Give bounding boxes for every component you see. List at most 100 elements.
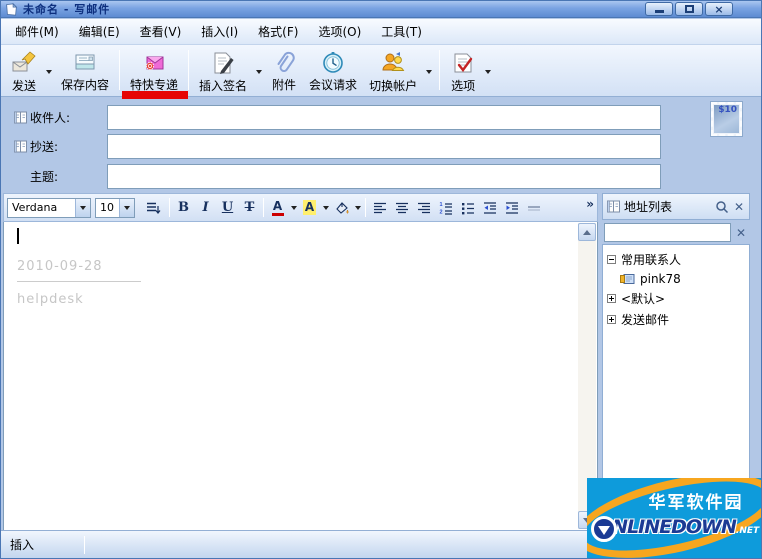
download-arrow-icon	[591, 516, 617, 542]
text-caret	[17, 228, 19, 244]
underline-button[interactable]: U	[217, 197, 238, 218]
cc-input[interactable]	[107, 134, 661, 159]
align-left-button[interactable]	[369, 197, 390, 218]
arrow-up-icon	[583, 229, 591, 235]
signature-divider	[17, 281, 141, 282]
contact-search-input[interactable]	[604, 223, 731, 242]
toolbar-button-options[interactable]: 选项	[444, 46, 482, 97]
decrease-indent-icon	[483, 201, 496, 214]
toolbar-button-meeting-request[interactable]: 会议请求	[303, 47, 363, 96]
menu-item-edit[interactable]: 编辑(E)	[69, 20, 130, 43]
increase-indent-button[interactable]	[501, 197, 522, 218]
font-size-select[interactable]: 10	[95, 197, 135, 218]
bullet-list-button[interactable]	[457, 197, 478, 218]
align-center-button[interactable]	[391, 197, 412, 218]
options-dropdown[interactable]	[482, 47, 494, 96]
address-list-header: 地址列表 ✕	[602, 193, 750, 220]
toolbar-separator	[188, 50, 190, 90]
highlight-color-button[interactable]: A	[299, 197, 320, 218]
italic-button[interactable]: I	[195, 197, 216, 218]
maximize-button[interactable]	[675, 2, 703, 16]
window-controls: ×	[645, 2, 733, 16]
toolbar-button-switch-account[interactable]: 切换帐户	[363, 46, 423, 97]
mail-document-icon	[6, 2, 18, 16]
toolbar-button-attachment[interactable]: 附件	[265, 47, 303, 96]
tree-item-default[interactable]: <默认>	[605, 288, 747, 309]
menu-item-view[interactable]: 查看(V)	[130, 20, 192, 43]
signature-date: 2010-09-28	[17, 259, 103, 274]
menu-item-insert[interactable]: 插入(I)	[191, 20, 248, 43]
switch-account-dropdown[interactable]	[423, 47, 435, 96]
expand-icon[interactable]	[607, 315, 616, 324]
toolbar-button-save-content[interactable]: 保存内容	[55, 47, 115, 96]
watermark-logo: 华军软件园 ONLINEDOWN.NET	[587, 478, 761, 558]
contact-search-row: ✕	[604, 223, 750, 242]
minimize-button[interactable]	[645, 2, 673, 16]
menu-item-format[interactable]: 格式(F)	[248, 20, 308, 43]
send-dropdown[interactable]	[43, 47, 55, 96]
postage-stamp: $10	[710, 101, 743, 137]
font-family-select[interactable]: Verdana	[7, 197, 91, 218]
tree-item-contact-pink78[interactable]: pink78	[618, 270, 747, 288]
save-content-icon	[75, 54, 95, 70]
clear-search-button[interactable]: ✕	[734, 226, 748, 240]
insert-mode-status: 插入	[10, 538, 35, 552]
toolbar-separator	[119, 50, 121, 90]
format-separator	[365, 198, 366, 217]
address-book-icon	[607, 200, 620, 213]
expand-icon[interactable]	[607, 294, 616, 303]
address-book-icon	[14, 111, 27, 124]
highlight-color-dropdown[interactable]	[321, 197, 330, 218]
menu-item-mail[interactable]: 邮件(M)	[5, 20, 69, 43]
font-color-button[interactable]: A	[267, 197, 288, 218]
numbered-list-button[interactable]: 1 2	[435, 197, 456, 218]
toolbar-button-send[interactable]: 发送	[5, 46, 43, 97]
titlebar: 未命名 - 写邮件 ×	[1, 1, 761, 18]
scroll-up-button[interactable]	[578, 223, 596, 241]
search-icon[interactable]	[715, 200, 729, 214]
collapse-icon[interactable]	[607, 255, 616, 264]
tree-item-sent-mail[interactable]: 发送邮件	[605, 309, 747, 330]
signature-name: helpdesk	[17, 292, 84, 307]
menu-item-tools[interactable]: 工具(T)	[371, 20, 432, 43]
insert-signature-dropdown[interactable]	[253, 47, 265, 96]
fill-color-button[interactable]	[331, 197, 352, 218]
bullet-list-icon	[461, 202, 474, 214]
font-family-dropdown-icon	[75, 198, 90, 217]
compose-mail-window: 未命名 - 写邮件 × 邮件(M) 编辑(E) 查看(V) 插入(I) 格式(F…	[0, 0, 762, 559]
toolbar-overflow-button[interactable]: »	[586, 197, 594, 211]
bold-button[interactable]: B	[173, 197, 194, 218]
decrease-indent-button[interactable]	[479, 197, 500, 218]
align-right-button[interactable]	[413, 197, 434, 218]
email-body-editor[interactable]: 2010-09-28 helpdesk	[3, 222, 598, 531]
paint-bucket-icon	[335, 201, 348, 214]
align-center-icon	[395, 202, 408, 213]
toolbar-separator	[439, 50, 441, 90]
statusbar-separator	[84, 536, 85, 554]
signature-icon	[214, 52, 234, 74]
close-button[interactable]: ×	[705, 2, 733, 16]
to-input[interactable]	[107, 105, 661, 130]
menu-item-options[interactable]: 选项(O)	[308, 20, 371, 43]
to-field-label: 收件人:	[30, 111, 71, 125]
toolbar-button-express-delivery[interactable]: 特快专递	[122, 47, 189, 99]
subject-input[interactable]	[107, 164, 661, 189]
close-panel-button[interactable]: ✕	[732, 200, 746, 214]
paperclip-icon	[277, 51, 295, 73]
options-check-icon	[454, 53, 473, 73]
minimize-icon	[654, 10, 664, 13]
horizontal-rule-button[interactable]	[523, 197, 544, 218]
address-list-title: 地址列表	[624, 200, 673, 214]
highlight-color-icon: A	[302, 200, 317, 215]
meeting-clock-icon	[323, 52, 343, 73]
fill-color-dropdown[interactable]	[353, 197, 362, 218]
line-spacing-icon	[147, 202, 161, 214]
toolbar-button-insert-signature[interactable]: 插入签名	[193, 46, 253, 97]
red-highlight-annotation	[122, 91, 189, 99]
font-color-dropdown[interactable]	[289, 197, 298, 218]
contact-card-icon	[620, 274, 635, 284]
align-right-icon	[417, 202, 430, 213]
strikethrough-button[interactable]: T	[239, 197, 260, 218]
line-spacing-button[interactable]	[140, 197, 166, 218]
tree-item-frequent-contacts[interactable]: 常用联系人	[605, 249, 747, 270]
